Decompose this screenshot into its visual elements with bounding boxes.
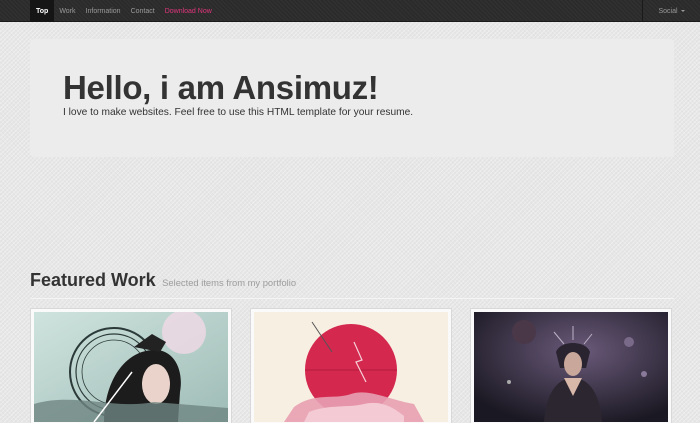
nav-item-information[interactable]: Information	[81, 0, 126, 22]
hero-unit: Hello, i am Ansimuz! I love to make webs…	[30, 39, 674, 157]
nav-menu: Top Work Information Contact Download No…	[30, 0, 217, 22]
hero-subtitle: I love to make websites. Feel free to us…	[63, 107, 414, 118]
hero-title: Hello, i am Ansimuz!	[63, 69, 379, 106]
social-dropdown[interactable]: Social	[642, 0, 700, 22]
portfolio-thumbnail-2[interactable]	[250, 308, 452, 423]
top-navbar: Top Work Information Contact Download No…	[0, 0, 700, 22]
nav-item-download-now[interactable]: Download Now	[160, 0, 217, 22]
nav-item-top[interactable]: Top	[30, 0, 55, 22]
caret-down-icon	[680, 10, 685, 12]
portfolio-thumbnail-1[interactable]	[30, 308, 232, 423]
red-sun-artwork-image	[254, 312, 448, 422]
featured-title: Featured Work	[30, 270, 156, 290]
dark-fantasy-artwork-image	[474, 312, 668, 422]
featured-subtitle: Selected items from my portfolio	[162, 277, 297, 288]
featured-heading: Featured Work Selected items from my por…	[30, 270, 296, 291]
portrait-artwork-image	[34, 312, 228, 422]
portfolio-thumbnail-3[interactable]	[470, 308, 672, 423]
social-label: Social	[658, 7, 678, 15]
nav-item-work[interactable]: Work	[54, 0, 80, 22]
nav-item-contact[interactable]: Contact	[126, 0, 160, 22]
section-divider	[30, 298, 674, 299]
